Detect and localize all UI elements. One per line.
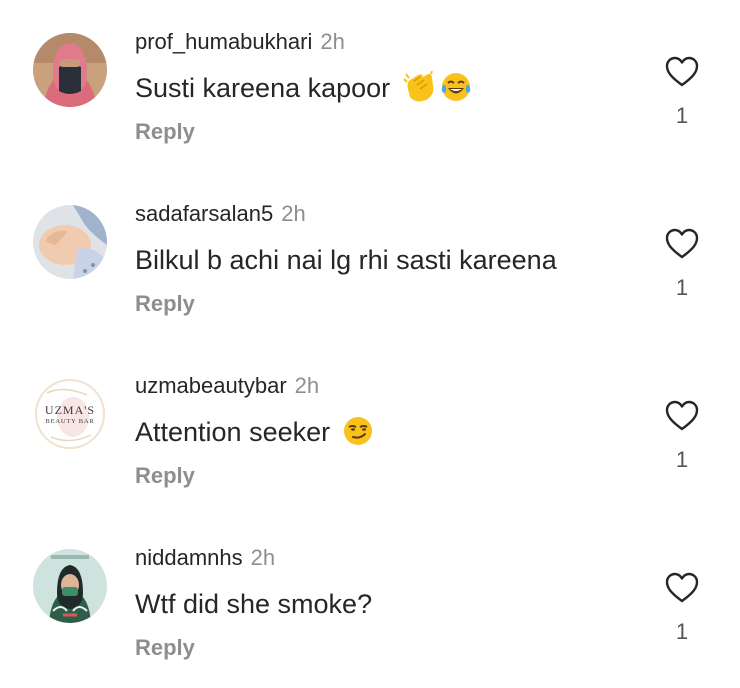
username[interactable]: sadafarsalan5 <box>135 201 273 226</box>
like-count: 1 <box>675 275 689 300</box>
reply-button[interactable]: Reply <box>135 290 195 318</box>
timestamp: 2h <box>320 29 345 54</box>
avatar-logo-text: UZMA'S <box>45 403 95 417</box>
timestamp: 2h <box>250 545 276 570</box>
tears-of-joy-emoji <box>440 71 472 112</box>
comment-text-content: Wtf did she smoke? <box>135 589 373 619</box>
avatar[interactable] <box>33 549 107 623</box>
like-count: 1 <box>675 619 689 644</box>
comment-text: Attention seeker <box>135 414 374 456</box>
comment-item: niddamnhs 2h Wtf did she smoke? Reply 1 <box>0 516 740 688</box>
like-count: 1 <box>675 447 689 472</box>
avatar-image <box>33 549 107 623</box>
like-heart-icon[interactable] <box>665 572 699 604</box>
comment-text: Bilkul b achi nai lg rhi sasti kareena <box>135 242 557 278</box>
reply-button[interactable]: Reply <box>135 462 195 490</box>
timestamp: 2h <box>294 373 320 398</box>
avatar[interactable] <box>33 205 107 279</box>
avatar[interactable]: UZMA'S BEAUTY BAR <box>33 377 107 451</box>
reply-button[interactable]: Reply <box>135 634 195 662</box>
comment-text-content: Attention seeker <box>135 417 331 447</box>
username[interactable]: prof_humabukhari <box>135 29 312 54</box>
timestamp: 2h <box>281 201 306 226</box>
comment-text-content: Susti kareena kapoor <box>135 73 391 103</box>
comment-text: Susti kareena kapoor <box>135 70 472 112</box>
like-count: 1 <box>675 103 689 128</box>
like-heart-icon[interactable] <box>665 228 699 260</box>
comment-meta: prof_humabukhari 2h <box>135 28 345 56</box>
comment-text: Wtf did she smoke? <box>135 586 372 622</box>
comment-meta: uzmabeautybar 2h <box>135 372 319 400</box>
like-heart-icon[interactable] <box>665 56 699 88</box>
clapping-hands-emoji <box>402 70 438 112</box>
reply-button[interactable]: Reply <box>135 118 195 146</box>
avatar-logo-subtext: BEAUTY BAR <box>45 418 94 425</box>
comment-item: prof_humabukhari 2h Susti kareena kapoor … <box>0 0 740 172</box>
comment-item: sadafarsalan5 2h Bilkul b achi nai lg rhi… <box>0 172 740 344</box>
comment-meta: niddamnhs 2h <box>135 544 275 572</box>
comment-meta: sadafarsalan5 2h <box>135 200 306 228</box>
comment-text-content: Bilkul b achi nai lg rhi sasti kareena <box>135 245 557 275</box>
like-heart-icon[interactable] <box>665 400 699 432</box>
smirking-face-emoji <box>342 415 374 456</box>
avatar-image <box>33 205 107 279</box>
comment-item: UZMA'S BEAUTY BAR uzmabeautybar 2h Attent… <box>0 344 740 516</box>
avatar-image: UZMA'S BEAUTY BAR <box>33 377 107 451</box>
username[interactable]: uzmabeautybar <box>135 373 287 398</box>
username[interactable]: niddamnhs <box>135 545 243 570</box>
avatar[interactable] <box>33 33 107 107</box>
avatar-image <box>33 33 107 107</box>
